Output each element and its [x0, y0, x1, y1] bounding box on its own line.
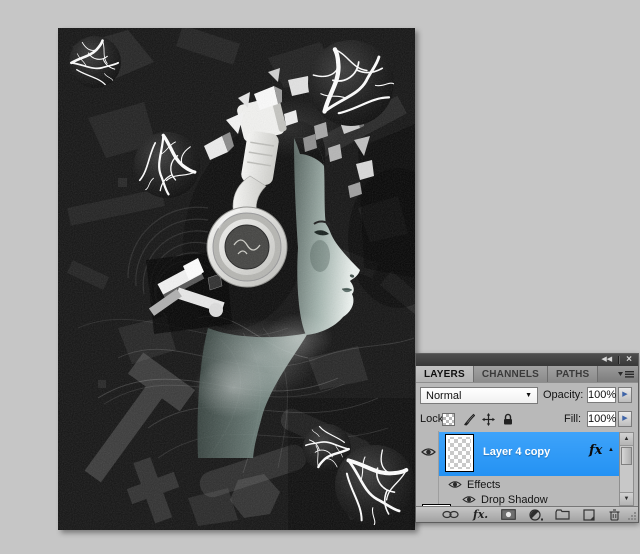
- effects-visibility-toggle[interactable]: [447, 480, 463, 489]
- fill-slider-button[interactable]: ▶: [618, 411, 632, 427]
- padlock-icon: [502, 413, 514, 426]
- opacity-label: Opacity:: [543, 389, 583, 401]
- panel-resize-grip[interactable]: [628, 512, 637, 521]
- drop-shadow-visibility-toggle[interactable]: [461, 495, 477, 504]
- lock-position-button[interactable]: [481, 412, 495, 426]
- lock-options-row: Lock:: [416, 408, 638, 431]
- right-triangle-icon: ▶: [622, 415, 627, 422]
- right-triangle-icon: ▶: [622, 391, 627, 398]
- add-layer-style-button[interactable]: fx.: [473, 508, 488, 521]
- transparency-checker-icon: [442, 413, 455, 426]
- layer-name[interactable]: Layer 4 copy: [483, 446, 550, 458]
- folder-icon: [555, 509, 570, 520]
- panel-bottom-toolbar: fx.: [416, 506, 638, 522]
- effects-row[interactable]: Effects: [416, 477, 619, 492]
- panel-titlebar: ◀◀ ×: [416, 354, 638, 366]
- layers-panel: ◀◀ × LAYERS CHANNELS PATHS Normal ▼ Opac…: [415, 353, 639, 523]
- layer-visibility-toggle[interactable]: [419, 447, 437, 457]
- adjustment-layer-icon: [529, 509, 543, 521]
- blend-options-row: Normal ▼ Opacity: 100% ▶: [416, 383, 638, 408]
- artwork-image: [58, 28, 415, 530]
- new-layer-icon: [583, 509, 596, 521]
- layer-thumbnail[interactable]: [445, 434, 474, 472]
- effects-label: Effects: [463, 479, 500, 491]
- tab-paths[interactable]: PATHS: [548, 366, 598, 382]
- layer-fx-badge[interactable]: fx: [589, 443, 602, 458]
- layer-row-layer4copy[interactable]: Layer 4 copy fx ▲: [416, 432, 638, 476]
- brush-icon: [462, 413, 475, 426]
- eye-icon: [448, 480, 462, 489]
- chevron-down-icon: ▼: [525, 392, 537, 399]
- new-adjustment-layer-button[interactable]: [529, 508, 543, 521]
- selected-layer-highlight: Layer 4 copy fx ▲: [439, 432, 621, 476]
- scroll-up-button[interactable]: ▲: [620, 433, 633, 446]
- drop-shadow-label: Drop Shadow: [477, 494, 548, 506]
- chain-link-icon: [442, 510, 459, 519]
- lock-transparency-button[interactable]: [441, 412, 455, 426]
- opacity-value-field[interactable]: 100%: [587, 387, 616, 403]
- eye-icon: [421, 447, 436, 457]
- blend-mode-select[interactable]: Normal ▼: [420, 387, 538, 404]
- new-group-button[interactable]: [555, 508, 570, 521]
- opacity-slider-button[interactable]: ▶: [618, 387, 632, 403]
- tab-bar-tail: [598, 366, 638, 382]
- tab-channels[interactable]: CHANNELS: [474, 366, 548, 382]
- fill-label: Fill:: [564, 413, 581, 425]
- layer-mask-icon: [501, 509, 516, 520]
- scrollbar-thumb[interactable]: [621, 447, 632, 465]
- lock-all-button[interactable]: [501, 412, 515, 426]
- scroll-down-button[interactable]: ▼: [620, 492, 633, 505]
- document-canvas[interactable]: [58, 28, 415, 530]
- collapse-effects-arrow[interactable]: ▲: [608, 447, 614, 453]
- lock-pixels-button[interactable]: [461, 412, 475, 426]
- close-panel-button[interactable]: ×: [620, 355, 638, 365]
- panel-menu-icon[interactable]: [618, 369, 634, 379]
- trash-icon: [609, 509, 620, 521]
- collapse-to-icons-button[interactable]: ◀◀: [595, 355, 618, 365]
- eye-icon: [462, 495, 476, 504]
- layers-scrollbar[interactable]: ▲ ▼: [619, 432, 634, 506]
- panel-tab-bar: LAYERS CHANNELS PATHS: [416, 366, 638, 383]
- layers-list: Layer 4 copy fx ▲ Effects Drop Shad: [416, 431, 638, 508]
- new-layer-button[interactable]: [583, 508, 596, 521]
- add-layer-mask-button[interactable]: [501, 508, 516, 521]
- blend-mode-value: Normal: [421, 390, 525, 402]
- fill-value-field[interactable]: 100%: [587, 411, 616, 427]
- tab-layers[interactable]: LAYERS: [416, 366, 474, 382]
- link-layers-button[interactable]: [442, 508, 459, 521]
- delete-layer-button[interactable]: [609, 508, 620, 521]
- move-icon: [482, 413, 495, 426]
